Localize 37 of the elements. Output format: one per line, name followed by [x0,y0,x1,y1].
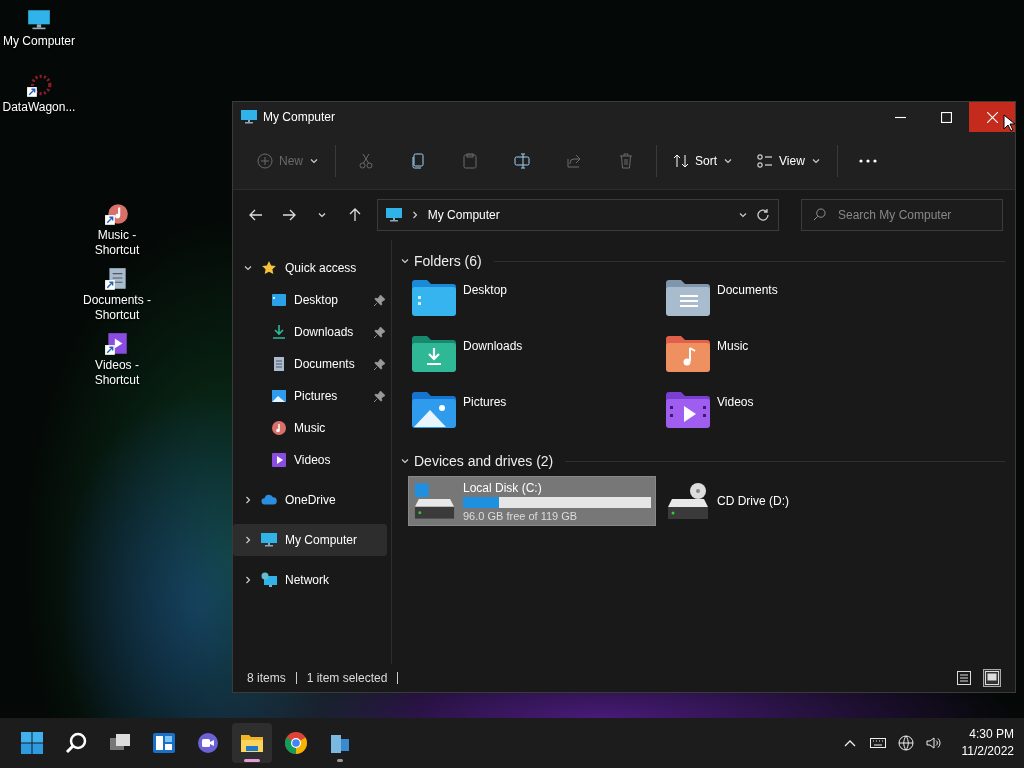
folder-tile[interactable]: Pictures [408,390,662,446]
folder-tile[interactable]: Downloads [408,334,662,390]
drive-tile[interactable]: CD Drive (D:) [662,476,910,526]
sidebar-item[interactable]: Videos [233,444,391,476]
sidebar-item[interactable]: Desktop [233,284,391,316]
drive-name: Local Disk (C:) [463,480,543,495]
folder-tile[interactable]: Music [662,334,916,390]
sidebar-item[interactable]: Network [233,564,387,596]
item-count: 8 items [247,671,286,685]
desktop-icon-label[interactable]: My Computer [0,34,78,49]
desktop-icon-label[interactable]: Videos - Shortcut [78,358,156,388]
sidebar-item[interactable]: Documents [233,348,391,380]
section-header[interactable]: Folders (6) [414,253,482,269]
desktop-icon-label[interactable]: DataWagon... [0,100,78,115]
sidebar-item[interactable]: Music [233,412,391,444]
sidebar-item[interactable]: Pictures [233,380,391,412]
clock[interactable]: 4:30 PM 11/2/2022 [961,726,1014,760]
view-button[interactable]: View [747,144,831,177]
window-title: My Computer [263,110,336,124]
sort-button[interactable]: Sort [663,144,744,177]
folder-tile[interactable]: Desktop [408,278,662,334]
search-field[interactable]: Search My Computer [801,199,1003,231]
selection-count: 1 item selected [306,671,388,685]
folder-tile[interactable]: Documents [662,278,916,334]
section-header[interactable]: Devices and drives (2) [414,453,554,469]
drive-tile[interactable]: Local Disk (C:) 96.0 GB free of 119 GB [408,476,656,526]
free-space-text: 96.0 GB free of 119 GB [463,509,579,522]
folder-tile[interactable]: Videos [662,390,916,446]
sidebar-item[interactable]: Downloads [233,316,391,348]
address-bar[interactable]: My Computer [376,199,779,231]
desktop-icon-label[interactable]: Documents - Shortcut [78,293,156,323]
sidebar-item[interactable]: Quick access [233,252,387,284]
sidebar-item[interactable]: My Computer [233,524,387,556]
drive-name: CD Drive (D:) [717,494,790,508]
breadcrumb-item[interactable]: My Computer [427,208,730,222]
desktop-icon-label[interactable]: Music - Shortcut [78,228,156,258]
sidebar-item[interactable]: OneDrive [233,484,387,516]
